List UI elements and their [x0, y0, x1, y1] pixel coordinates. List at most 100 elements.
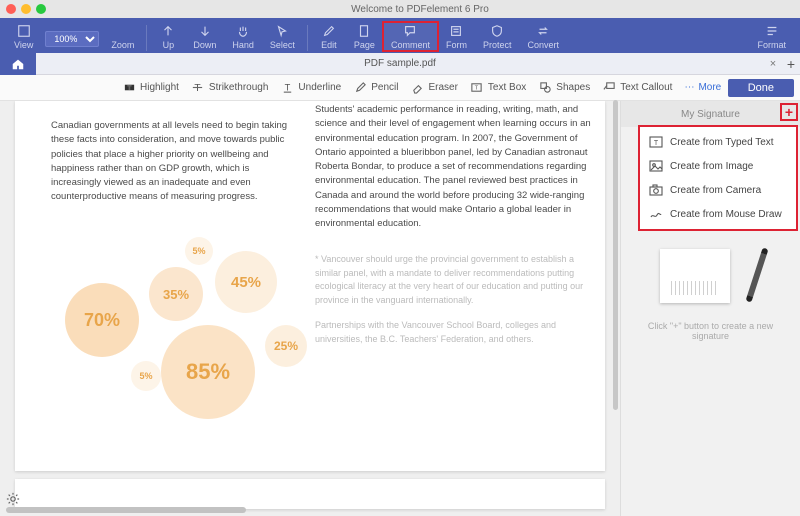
eraser-button[interactable]: Eraser — [404, 79, 463, 97]
done-button[interactable]: Done — [728, 79, 794, 97]
create-from-image[interactable]: Create from Image — [640, 154, 796, 178]
image-icon — [648, 159, 664, 173]
convert-icon — [535, 23, 551, 39]
bubble-5a: 5% — [185, 237, 213, 265]
view-icon — [16, 23, 32, 39]
ellipsis-icon: ⋯ — [684, 82, 694, 93]
body-text-left: Canadian governments at all levels need … — [51, 119, 291, 205]
shield-icon — [489, 23, 505, 39]
pencil-button[interactable]: Pencil — [347, 79, 404, 97]
edit-button[interactable]: Edit — [312, 22, 346, 51]
bubble-chart: 70% 35% 45% 5% 85% 5% 25% — [45, 221, 305, 441]
arrow-down-icon — [197, 23, 213, 39]
comment-icon — [402, 23, 418, 39]
pencil-icon — [353, 81, 367, 95]
format-icon — [764, 23, 780, 39]
signature-hint: Click "+" button to create a new signatu… — [621, 321, 800, 341]
typed-text-icon: T — [648, 135, 664, 149]
horizontal-scrollbar[interactable] — [6, 507, 246, 513]
home-icon — [11, 57, 25, 71]
document-tabbar: PDF sample.pdf × + — [0, 53, 800, 75]
svg-text:T: T — [285, 82, 291, 92]
comment-label: Comment — [391, 40, 430, 50]
signature-tab[interactable]: My Signature + — [621, 101, 800, 127]
vertical-scrollbar[interactable] — [613, 100, 618, 410]
select-button[interactable]: Select — [262, 22, 303, 51]
workspace: Canadian governments at all levels need … — [0, 101, 800, 516]
create-signature-menu: T Create from Typed Text Create from Ima… — [638, 125, 798, 231]
strikethrough-button[interactable]: T Strikethrough — [185, 79, 274, 97]
add-tab-button[interactable]: + — [782, 56, 800, 72]
up-button[interactable]: Up — [151, 22, 185, 51]
traffic-lights — [6, 4, 46, 14]
pen-icon — [745, 247, 768, 302]
shapes-icon — [538, 81, 552, 95]
form-label: Form — [446, 40, 467, 50]
pencil-label: Pencil — [371, 82, 398, 93]
shapes-button[interactable]: Shapes — [532, 79, 596, 97]
page-button[interactable]: Page — [346, 22, 383, 51]
convert-label: Convert — [527, 40, 559, 50]
highlight-icon: T — [122, 81, 136, 95]
shapes-label: Shapes — [556, 82, 590, 93]
close-window-icon[interactable] — [6, 4, 16, 14]
zoom-label-button: Zoom — [103, 39, 142, 51]
view-button[interactable]: View — [6, 22, 41, 51]
zoom-label: Zoom — [111, 40, 134, 50]
main-toolbar: View 100% Zoom Up Down Hand Select Edit … — [0, 18, 800, 53]
bubble-35: 35% — [149, 267, 203, 321]
textbox-button[interactable]: T Text Box — [464, 79, 532, 97]
protect-button[interactable]: Protect — [475, 22, 520, 51]
arrow-up-icon — [160, 23, 176, 39]
protect-label: Protect — [483, 40, 512, 50]
underline-label: Underline — [298, 82, 341, 93]
draw-icon — [648, 207, 664, 221]
underline-button[interactable]: T Underline — [274, 79, 347, 97]
signature-tab-label: My Signature — [681, 109, 740, 120]
textbox-icon: T — [470, 81, 484, 95]
document-viewport[interactable]: Canadian governments at all levels need … — [0, 101, 620, 516]
window-title: Welcome to PDFelement 6 Pro — [46, 4, 794, 15]
underline-icon: T — [280, 81, 294, 95]
svg-text:T: T — [654, 140, 659, 147]
bubble-85: 85% — [161, 325, 255, 419]
gear-icon — [6, 492, 20, 506]
bubble-45: 45% — [215, 251, 277, 313]
view-label: View — [14, 40, 33, 50]
down-label: Down — [193, 40, 216, 50]
hand-label: Hand — [232, 40, 254, 50]
highlight-label: Highlight — [140, 82, 179, 93]
textcallout-icon — [602, 81, 616, 95]
close-tab-button[interactable]: × — [764, 58, 782, 70]
document-tab[interactable]: PDF sample.pdf — [36, 58, 764, 69]
add-signature-button[interactable]: + — [780, 103, 798, 121]
more-button[interactable]: ⋯ More — [678, 80, 727, 95]
comment-button[interactable]: Comment — [383, 22, 438, 51]
menu-label: Create from Typed Text — [670, 137, 774, 148]
comment-subtoolbar: T Highlight T Strikethrough T Underline … — [0, 75, 800, 101]
strikethrough-label: Strikethrough — [209, 82, 268, 93]
window-titlebar: Welcome to PDFelement 6 Pro — [0, 0, 800, 18]
convert-button[interactable]: Convert — [519, 22, 567, 51]
textcallout-button[interactable]: Text Callout — [596, 79, 678, 97]
create-from-typed-text[interactable]: T Create from Typed Text — [640, 130, 796, 154]
menu-label: Create from Camera — [670, 185, 761, 196]
zoom-select[interactable]: 100% — [45, 31, 99, 47]
pdf-page: Canadian governments at all levels need … — [15, 101, 605, 471]
zoom-window-icon[interactable] — [36, 4, 46, 14]
hand-button[interactable]: Hand — [224, 22, 262, 51]
create-from-camera[interactable]: Create from Camera — [640, 178, 796, 202]
highlight-button[interactable]: T Highlight — [116, 79, 185, 97]
bubble-25: 25% — [265, 325, 307, 367]
up-label: Up — [163, 40, 175, 50]
minimize-window-icon[interactable] — [21, 4, 31, 14]
signature-paper-icon — [660, 249, 730, 303]
home-button[interactable] — [0, 53, 36, 75]
form-button[interactable]: Form — [438, 22, 475, 51]
create-from-mouse-draw[interactable]: Create from Mouse Draw — [640, 202, 796, 226]
format-button[interactable]: Format — [749, 22, 794, 51]
textbox-label: Text Box — [488, 82, 526, 93]
down-button[interactable]: Down — [185, 22, 224, 51]
page-label: Page — [354, 40, 375, 50]
format-label: Format — [757, 40, 786, 50]
